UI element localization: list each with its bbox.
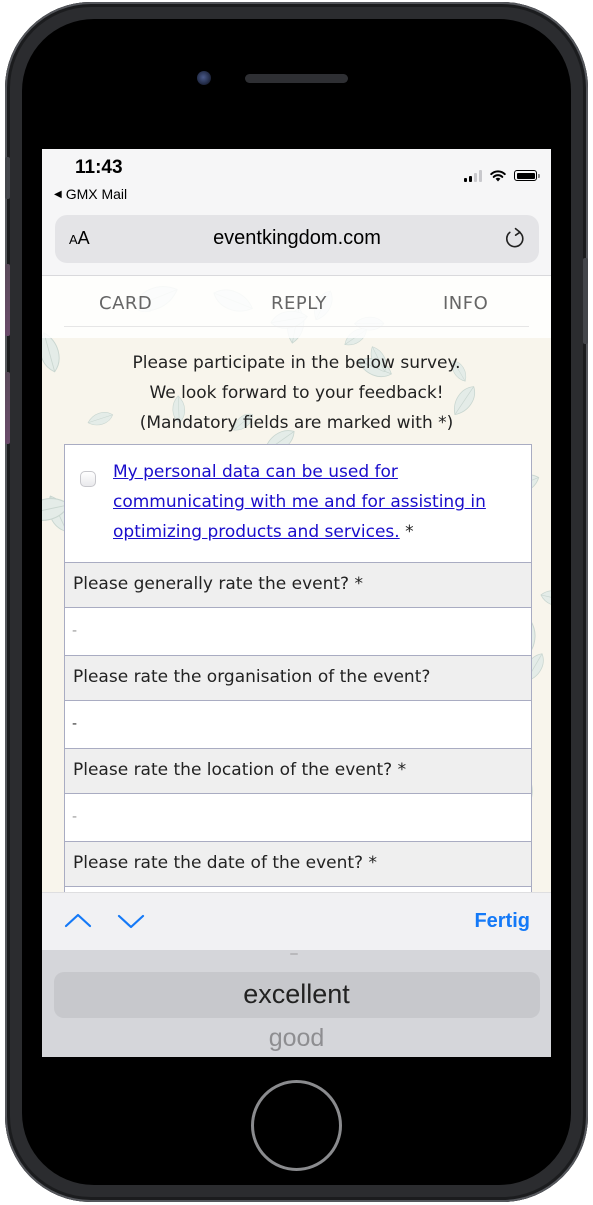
privacy-link[interactable]: My personal data can be used for communic… (113, 462, 486, 542)
back-triangle-icon: ◀ (54, 188, 62, 200)
volume-up-button (5, 264, 10, 336)
tab-reply[interactable]: REPLY (271, 293, 327, 314)
address-bar[interactable]: AA eventkingdom.com (55, 215, 539, 263)
leaf-shape (540, 590, 551, 607)
tab-info[interactable]: INFO (443, 293, 488, 314)
intro-line-2: We look forward to your feedback! (149, 383, 444, 403)
tab-card[interactable]: CARD (99, 293, 152, 314)
form-accessory-bar: Fertig (42, 892, 551, 951)
question-label: Please rate the date of the event? * (65, 842, 531, 887)
chevron-up-icon[interactable] (64, 911, 92, 931)
front-camera-icon (197, 71, 211, 85)
consent-row: My personal data can be used for communic… (65, 445, 531, 563)
option-picker[interactable]: excellent good (42, 950, 551, 1057)
survey-form: My personal data can be used for communic… (64, 444, 532, 892)
status-icons (464, 169, 540, 182)
rating-select[interactable]: - (65, 794, 531, 842)
question-label: Please rate the organisation of the even… (65, 656, 531, 701)
url-text[interactable]: eventkingdom.com (55, 227, 539, 250)
home-button[interactable] (251, 1080, 342, 1171)
rating-select[interactable]: - (65, 701, 531, 749)
consent-label: My personal data can be used for communic… (113, 457, 491, 547)
consent-checkbox[interactable] (80, 471, 96, 487)
survey-intro: Please participate in the below survey. … (42, 348, 551, 438)
volume-down-button (5, 372, 10, 444)
rating-select[interactable]: - (65, 608, 531, 656)
reload-icon[interactable] (503, 226, 527, 250)
power-button (583, 258, 588, 344)
chevron-down-icon[interactable] (117, 911, 145, 931)
picker-grabber (290, 953, 298, 955)
battery-icon (514, 170, 540, 181)
done-button[interactable]: Fertig (474, 910, 530, 933)
screen: 11:43 ◀ GMX Mail AA eventkingdom.com CAR… (42, 149, 551, 1057)
web-page: CARD REPLY INFO Please participate in th… (42, 276, 551, 892)
picker-option[interactable]: good (42, 1024, 551, 1053)
status-bar: 11:43 ◀ GMX Mail (42, 149, 551, 209)
question-label: Please generally rate the event? * (65, 563, 531, 608)
question-label: Please rate the location of the event? * (65, 749, 531, 794)
mute-switch (5, 157, 10, 199)
earpiece-speaker (245, 74, 348, 83)
required-mark: * (405, 522, 414, 542)
picker-option-selected[interactable]: excellent (42, 979, 551, 1010)
back-app-label: GMX Mail (65, 186, 128, 202)
wifi-icon (490, 170, 506, 182)
cellular-signal-icon (464, 169, 482, 182)
intro-line-1: Please participate in the below survey. (132, 353, 461, 373)
page-tabs: CARD REPLY INFO (42, 276, 551, 338)
status-time: 11:43 (75, 157, 123, 178)
intro-line-3: (Mandatory fields are marked with *) (139, 413, 454, 433)
tabs-divider (64, 326, 529, 327)
back-to-app-link[interactable]: ◀ GMX Mail (54, 186, 127, 202)
